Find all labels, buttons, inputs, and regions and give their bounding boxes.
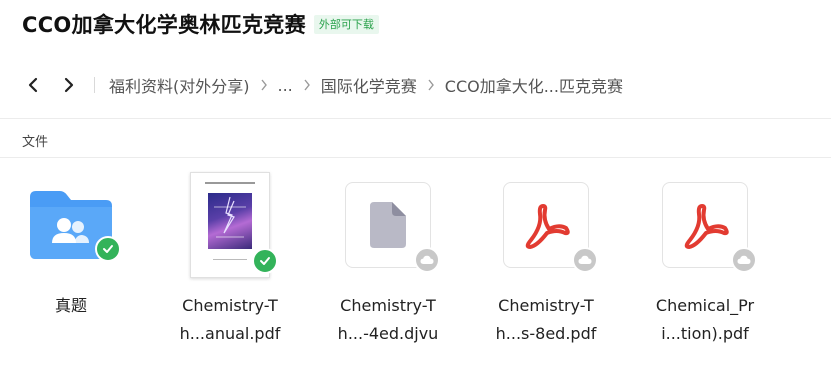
external-download-tag: 外部可下载 [313, 14, 379, 34]
file-item-pdf-8ed[interactable]: Chemistry-T h...s-8ed.pdf [471, 170, 621, 348]
check-icon [260, 257, 270, 265]
section-divider [0, 157, 831, 158]
cloud-badge [572, 247, 598, 273]
thumbnail [338, 170, 440, 280]
file-name-line1: Chemical_Pr [655, 296, 755, 315]
cover-image [208, 193, 252, 249]
file-name: 真题 [55, 292, 87, 320]
file-card [503, 182, 598, 273]
breadcrumb-item-welfare[interactable]: 福利资料(对外分享) [109, 73, 250, 97]
cloud-icon [420, 255, 434, 264]
file-name-line1: Chemistry-T [182, 296, 278, 315]
cloud-badge [414, 247, 440, 273]
file-name: Chemistry-T h...-4ed.djvu [338, 292, 439, 348]
file-item-pdf-manual[interactable]: Chemistry-T h...anual.pdf [155, 170, 305, 348]
thumbnail [655, 170, 757, 280]
chevron-left-icon [28, 77, 38, 93]
breadcrumb: 福利资料(对外分享) ... 国际化学竞赛 CCO加拿大化...匹克竞赛 [22, 72, 623, 98]
file-name-line1: 真题 [54, 296, 87, 315]
file-name-line1: Chemistry-T [498, 296, 594, 315]
file-item-pdf-chemical[interactable]: Chemical_Pr i...tion).pdf [630, 170, 780, 348]
file-name-line2: h...-4ed.djvu [337, 324, 439, 343]
file-name: Chemistry-T h...anual.pdf [180, 292, 281, 348]
thumbnail [21, 170, 121, 280]
file-name: Chemical_Pr i...tion).pdf [656, 292, 754, 348]
thumbnail [496, 170, 598, 280]
cloud-icon [578, 255, 592, 264]
header-divider [0, 118, 831, 119]
cloud-badge [731, 247, 757, 273]
chevron-right-icon [64, 77, 74, 93]
file-name-line2: h...s-8ed.pdf [495, 324, 597, 343]
breadcrumb-separator-icon [303, 79, 311, 91]
section-label: 文件 [22, 135, 49, 150]
breadcrumb-separator-icon [427, 79, 435, 91]
pdf-icon [525, 204, 570, 249]
thumbnail [180, 170, 280, 280]
file-item-djvu[interactable]: Chemistry-T h...-4ed.djvu [313, 170, 463, 348]
file-card [345, 182, 440, 273]
breadcrumb-divider [94, 77, 95, 93]
breadcrumb-separator-icon [260, 79, 268, 91]
forward-button[interactable] [58, 74, 80, 96]
synced-badge [95, 236, 121, 262]
generic-file-icon [370, 202, 406, 248]
pdf-icon [684, 204, 729, 249]
check-icon [103, 245, 113, 253]
breadcrumb-item-ellipsis[interactable]: ... [278, 76, 293, 95]
breadcrumb-item-current: CCO加拿大化...匹克竞赛 [444, 77, 623, 96]
cloud-icon [737, 255, 751, 264]
synced-badge [252, 248, 278, 274]
file-name: Chemistry-T h...s-8ed.pdf [496, 292, 597, 348]
file-name-line2: i...tion).pdf [661, 324, 749, 343]
back-button[interactable] [22, 74, 44, 96]
page-title: CCO加拿大化学奥林匹克竞赛 [22, 13, 306, 37]
title-row: CCO加拿大化学奥林匹克竞赛 外部可下载 [22, 10, 379, 38]
file-name-line2: h...anual.pdf [179, 324, 281, 343]
file-item-folder[interactable]: 真题 [0, 170, 146, 320]
file-card [662, 182, 757, 273]
file-name-line1: Chemistry-T [340, 296, 436, 315]
breadcrumb-item-intl-chem[interactable]: 国际化学竞赛 [321, 73, 417, 97]
